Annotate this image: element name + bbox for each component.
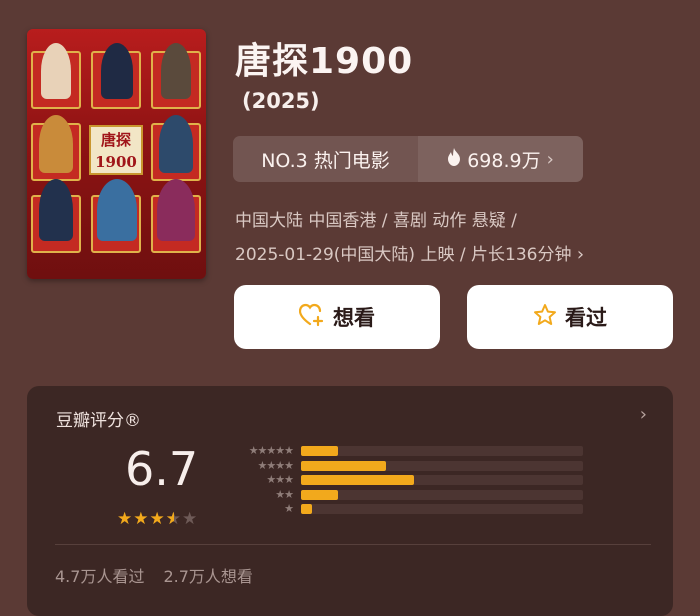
heat-value: 698.9万 [467, 149, 541, 172]
distribution-row: ★★★★ [230, 458, 583, 472]
rating-card[interactable]: 豆瓣评分® › 6.7 ★★★★★★ ★★★★★★★★★★★★★★★ 4.7万人… [27, 386, 673, 616]
movie-meta-release[interactable]: 2025-01-29(中国大陆) 上映 / 片长136分钟 › [235, 240, 584, 265]
poster-title-text: 唐探 1900 [95, 131, 137, 171]
ranking-pill[interactable]: NO.3 热门电影 698.9万 › [233, 136, 583, 182]
watched-button[interactable]: 看过 [467, 285, 673, 349]
want-label: 想看 [333, 306, 375, 330]
chevron-right-icon: › [576, 244, 585, 265]
movie-meta-region-genre: 中国大陆 中国香港 / 喜剧 动作 悬疑 / [235, 211, 517, 231]
distribution-row: ★ [230, 502, 583, 515]
distribution-star-label: ★★★★★ [248, 444, 294, 457]
divider [55, 544, 651, 545]
want-to-watch-button[interactable]: 想看 [234, 285, 440, 349]
distribution-bar [301, 446, 338, 456]
rating-stars: ★★★★★★ [117, 509, 198, 529]
distribution-track [301, 489, 583, 500]
rank-label[interactable]: NO.3 热门电影 [233, 136, 418, 182]
distribution-bar [301, 489, 338, 500]
chevron-right-icon: › [546, 148, 554, 170]
distribution-star-label: ★★★ [266, 473, 294, 486]
poster-title-sign: 唐探 1900 [89, 125, 143, 175]
star-full-icon: ★ [133, 509, 150, 529]
distribution-star-label: ★ [284, 502, 294, 515]
audience-counts: 4.7万人看过 2.7万人想看 [55, 563, 253, 587]
seen-label: 看过 [565, 306, 607, 330]
want-count: 2.7万人想看 [163, 567, 253, 586]
rating-title: 豆瓣评分® [56, 411, 141, 431]
movie-year: (2025) [242, 89, 320, 113]
movie-poster[interactable]: 唐探 1900 [27, 29, 206, 279]
distribution-row: ★★★★★ [230, 444, 583, 457]
release-text: 2025-01-29(中国大陆) 上映 / 片长136分钟 [235, 245, 572, 265]
watched-count: 4.7万人看过 [55, 567, 145, 586]
heat-button[interactable]: 698.9万 › [418, 136, 583, 182]
star-empty-icon: ★ [182, 509, 199, 529]
distribution-track [301, 446, 583, 456]
distribution-star-label: ★★★★ [257, 458, 294, 472]
star-full-icon: ★ [149, 509, 166, 529]
heart-plus-icon [298, 303, 325, 332]
distribution-bar [301, 504, 313, 514]
star-outline-icon [533, 303, 557, 332]
flame-icon [447, 147, 461, 171]
distribution-track [301, 460, 583, 471]
star-full-icon: ★ [117, 509, 134, 529]
distribution-track [301, 504, 583, 514]
distribution-bar [301, 475, 414, 485]
distribution-row: ★★ [230, 487, 583, 501]
distribution-bar [301, 460, 386, 471]
chevron-right-icon[interactable]: › [640, 404, 647, 425]
rating-score: 6.7 [125, 442, 199, 496]
star-half-icon: ★★ [165, 509, 182, 529]
distribution-row: ★★★ [230, 473, 583, 486]
distribution-star-label: ★★ [275, 487, 294, 501]
movie-title: 唐探1900 [235, 41, 414, 82]
distribution-track [301, 475, 583, 485]
